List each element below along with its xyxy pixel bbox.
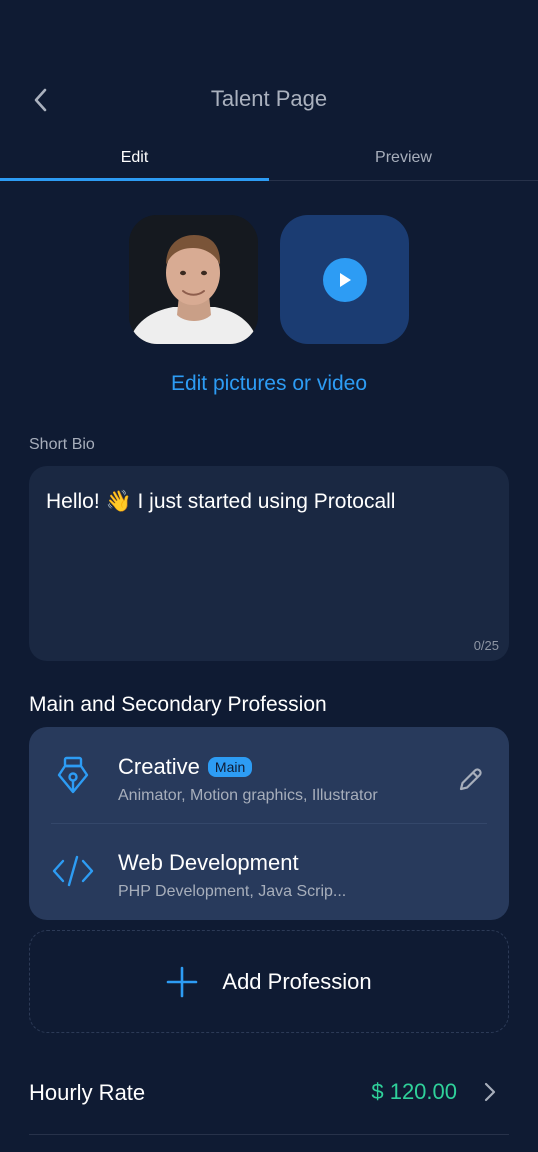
profession-list: Creative Main Animator, Motion graphics,…	[29, 727, 509, 920]
divider	[29, 1134, 509, 1135]
tab-preview[interactable]: Preview	[269, 135, 538, 180]
video-tile[interactable]	[280, 215, 409, 344]
profession-name: Creative	[118, 754, 200, 779]
profession-item-web-development[interactable]: Web Development PHP Development, Java Sc…	[29, 823, 509, 913]
talent-page-screen: Talent Page Edit Preview Edit pictures o…	[0, 0, 538, 1152]
bio-textarea[interactable]: Hello! 👋 I just started using Protocall …	[29, 466, 509, 661]
hourly-rate-row[interactable]: Hourly Rate $ 120.00	[29, 1060, 509, 1124]
profession-item-creative[interactable]: Creative Main Animator, Motion graphics,…	[29, 727, 509, 817]
profession-name: Web Development	[118, 850, 299, 875]
character-counter: 0/25	[473, 638, 499, 653]
plus-icon	[167, 966, 198, 997]
add-profession-button[interactable]: Add Profession	[29, 930, 509, 1033]
code-icon	[51, 849, 95, 893]
profession-section-title: Main and Secondary Profession	[29, 693, 327, 716]
header: Talent Page	[0, 70, 538, 130]
person-photo-icon	[129, 215, 258, 344]
bio-text: Hello! 👋 I just started using Protocall	[46, 490, 396, 513]
profession-skills: PHP Development, Java Scrip...	[118, 883, 347, 900]
hourly-rate-value: $ 120.00	[371, 1079, 457, 1104]
profession-skills: Animator, Motion graphics, Illustrator	[118, 787, 378, 804]
edit-profession-button[interactable]	[455, 765, 485, 795]
chevron-right-icon	[479, 1080, 501, 1104]
add-profession-label: Add Profession	[222, 968, 372, 994]
tab-edit[interactable]: Edit	[0, 135, 269, 181]
profile-photo[interactable]	[129, 215, 258, 344]
profession-name-row: Creative Main	[118, 754, 253, 780]
hourly-rate-label: Hourly Rate	[29, 1080, 146, 1105]
pen-nib-icon	[51, 753, 95, 797]
play-icon	[339, 272, 351, 287]
main-badge: Main	[207, 757, 253, 777]
bio-label: Short Bio	[29, 436, 95, 453]
pencil-icon	[459, 768, 482, 791]
tab-bar: Edit Preview	[0, 135, 538, 181]
page-title: Talent Page	[210, 86, 328, 111]
edit-media-link[interactable]: Edit pictures or video	[0, 372, 538, 396]
play-button[interactable]	[322, 257, 367, 302]
